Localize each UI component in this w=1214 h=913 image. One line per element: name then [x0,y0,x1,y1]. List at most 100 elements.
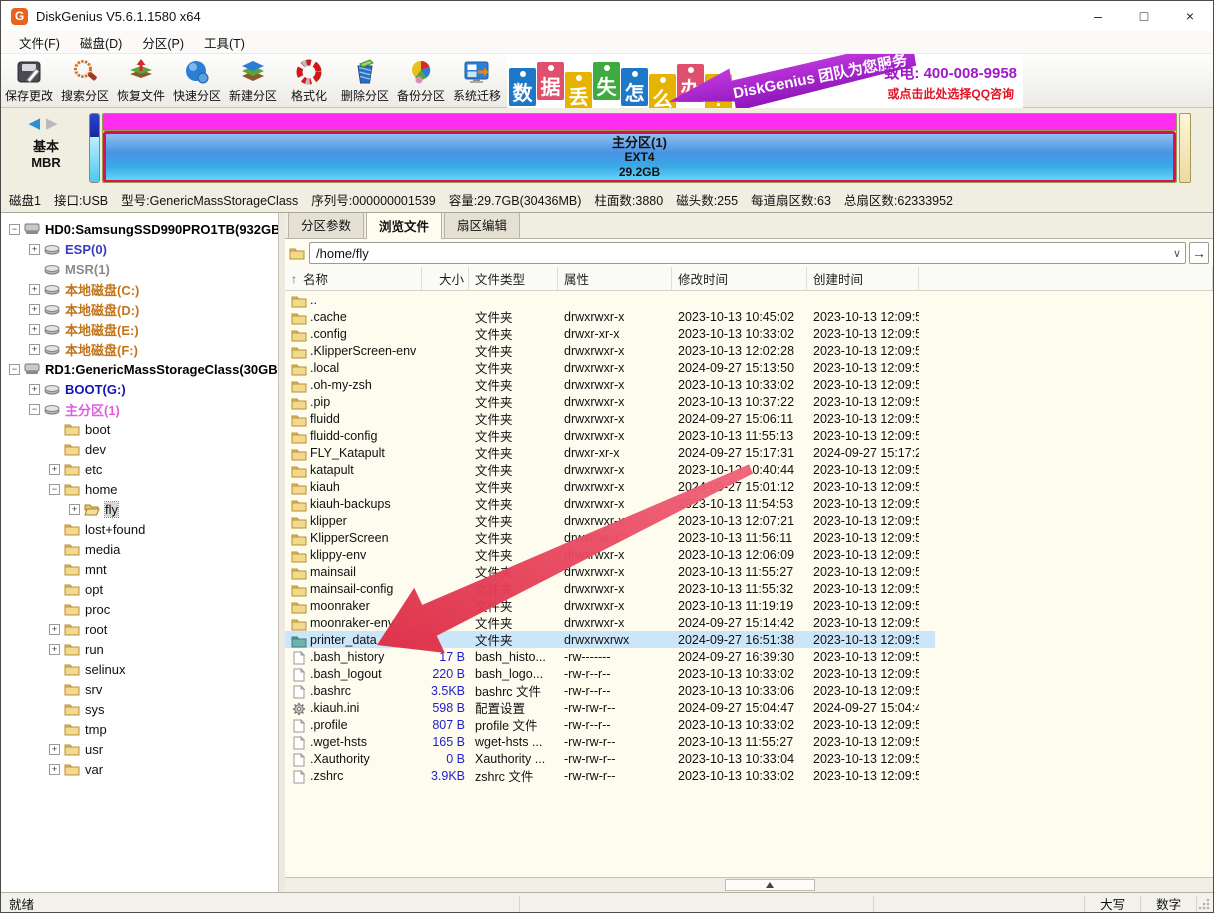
overview-scrollbar[interactable] [1179,113,1191,183]
tree-item[interactable]: opt [1,579,278,599]
ad-banner[interactable]: 数据丢失怎么办! DiskGenius 团队为您服务 致电: 400-008-9… [507,54,1023,108]
file-row[interactable]: .KlipperScreen-env文件夹drwxrwxr-x2023-10-1… [285,342,1213,359]
toolbar-button-search-partition[interactable]: 搜索分区 [57,55,113,107]
column-header-cre[interactable]: 创建时间 [807,267,919,290]
resize-grip[interactable] [1197,897,1211,911]
column-header-type[interactable]: 文件类型 [469,267,558,290]
file-row[interactable]: .config文件夹drwxr-xr-x2023-10-13 10:33:022… [285,325,1213,342]
file-row[interactable]: .profile807 Bprofile 文件-rw-r--r--2023-10… [285,716,1213,733]
tree-item[interactable]: +usr [1,739,278,759]
tree-item[interactable]: selinux [1,659,278,679]
expand-icon[interactable]: + [49,744,60,755]
expand-icon[interactable]: + [49,644,60,655]
tree-item[interactable]: +本地磁盘(F:) [1,339,278,359]
file-row[interactable]: moonraker-env文件夹drwxrwxr-x2024-09-27 15:… [285,614,1213,631]
tree-item[interactable]: −主分区(1) [1,399,278,419]
nav-back-icon[interactable]: ◀ [28,115,46,132]
menu-item[interactable]: 分区(P) [132,30,194,55]
file-row[interactable]: .wget-hsts165 Bwget-hsts ...-rw-rw-r--20… [285,733,1213,750]
expand-icon[interactable]: + [29,344,40,355]
file-row[interactable]: .bash_logout220 Bbash_logo...-rw-r--r--2… [285,665,1213,682]
tab-browse-files[interactable]: 浏览文件 [366,213,442,239]
tree-item[interactable]: lost+found [1,519,278,539]
expand-icon[interactable]: + [69,504,80,515]
file-row[interactable]: .bash_history17 Bbash_histo...-rw-------… [285,648,1213,665]
tab-partition-params[interactable]: 分区参数 [288,213,364,238]
horizontal-scrollbar[interactable] [285,877,1213,892]
column-header-size[interactable]: 大小 [422,267,469,290]
toolbar-button-new-partition[interactable]: 新建分区 [225,55,281,107]
file-row[interactable]: .bashrc3.5KBbashrc 文件-rw-r--r--2023-10-1… [285,682,1213,699]
toolbar-button-quick-partition[interactable]: 快速分区 [169,55,225,107]
tree-item[interactable]: mnt [1,559,278,579]
path-input[interactable]: /home/fly ∨ [309,242,1186,264]
file-row[interactable]: .pip文件夹drwxrwxr-x2023-10-13 10:37:222023… [285,393,1213,410]
collapse-icon[interactable]: − [9,224,20,235]
file-row[interactable]: .Xauthority0 BXauthority ...-rw-rw-r--20… [285,750,1213,767]
toolbar-button-save-disk[interactable]: 保存更改 [1,55,57,107]
file-row[interactable]: printer_data文件夹drwxrwxrwx2024-09-27 16:5… [285,631,1213,648]
maximize-button[interactable]: □ [1121,1,1167,31]
file-row[interactable]: .oh-my-zsh文件夹drwxrwxr-x2023-10-13 10:33:… [285,376,1213,393]
tree-item[interactable]: +etc [1,459,278,479]
expand-icon[interactable]: + [29,284,40,295]
file-row[interactable]: .local文件夹drwxrwxr-x2024-09-27 15:13:5020… [285,359,1213,376]
ad-qq-link[interactable]: 或点击此处选择QQ咨询 [884,85,1017,102]
column-header-mod[interactable]: 修改时间 [672,267,807,290]
tree-item[interactable]: dev [1,439,278,459]
file-row[interactable]: katapult文件夹drwxrwxr-x2023-10-13 10:40:44… [285,461,1213,478]
file-row[interactable]: .zshrc3.9KBzshrc 文件-rw-rw-r--2023-10-13 … [285,767,1213,784]
toolbar-button-format[interactable]: 格式化 [281,55,337,107]
go-button[interactable]: → [1189,242,1209,264]
tree-item[interactable]: +本地磁盘(E:) [1,319,278,339]
file-row[interactable]: kiauh文件夹drwxrwxr-x2024-09-27 15:01:12202… [285,478,1213,495]
tree-item[interactable]: +root [1,619,278,639]
expand-icon[interactable]: + [29,384,40,395]
column-header-name[interactable]: ↑名称 [285,267,422,290]
file-row[interactable]: klipper文件夹drwxrwxr-x2023-10-13 12:07:212… [285,512,1213,529]
chevron-down-icon[interactable]: ∨ [1173,247,1181,260]
tab-sector-edit[interactable]: 扇区编辑 [444,213,520,238]
menu-item[interactable]: 文件(F) [9,30,70,55]
file-row[interactable]: fluidd文件夹drwxrwxr-x2024-09-27 15:06:1120… [285,410,1213,427]
tree-item[interactable]: sys [1,699,278,719]
toolbar-button-delete-partition[interactable]: 删除分区 [337,55,393,107]
file-row[interactable]: mainsail-config文件夹drwxrwxr-x2023-10-13 1… [285,580,1213,597]
collapse-icon[interactable]: − [49,484,60,495]
toolbar-button-recover-files[interactable]: 恢复文件 [113,55,169,107]
expand-icon[interactable]: + [49,624,60,635]
tree-item[interactable]: boot [1,419,278,439]
column-header-attr[interactable]: 属性 [558,267,672,290]
file-row[interactable]: .kiauh.ini598 B配置设置-rw-rw-r--2024-09-27 … [285,699,1213,716]
expand-icon[interactable]: + [49,764,60,775]
expand-icon[interactable]: + [29,304,40,315]
tree-item[interactable]: +var [1,759,278,779]
menu-item[interactable]: 工具(T) [194,30,255,55]
file-row[interactable]: fluidd-config文件夹drwxrwxr-x2023-10-13 11:… [285,427,1213,444]
tree-item[interactable]: +BOOT(G:) [1,379,278,399]
tree-item[interactable]: −HD0:SamsungSSD990PRO1TB(932GB) [1,219,278,239]
nav-forward-icon[interactable]: ▶ [46,115,64,132]
collapse-icon[interactable]: − [29,404,40,415]
file-row[interactable]: kiauh-backups文件夹drwxrwxr-x2023-10-13 11:… [285,495,1213,512]
file-row[interactable]: .cache文件夹drwxrwxr-x2023-10-13 10:45:0220… [285,308,1213,325]
tree-item[interactable]: proc [1,599,278,619]
file-row[interactable]: .. [285,291,1213,308]
collapse-icon[interactable]: − [9,364,20,375]
tree-item[interactable]: +fly [1,499,278,519]
file-row[interactable]: KlipperScreen文件夹drwxr-xr-x2023-10-13 11:… [285,529,1213,546]
tree-item[interactable]: srv [1,679,278,699]
toolbar-button-system-migrate[interactable]: 系统迁移 [449,55,505,107]
file-row[interactable]: klippy-env文件夹drwxrwxr-x2023-10-13 12:06:… [285,546,1213,563]
tree-item[interactable]: −RD1:GenericMassStorageClass(30GB) [1,359,278,379]
tree-item[interactable]: media [1,539,278,559]
partition-block[interactable]: 主分区(1) EXT4 29.2GB [103,131,1176,183]
scrollbar-thumb[interactable] [725,879,815,891]
tree-item[interactable]: +本地磁盘(D:) [1,299,278,319]
file-row[interactable]: moonraker文件夹drwxrwxr-x2023-10-13 11:19:1… [285,597,1213,614]
toolbar-button-backup-partition[interactable]: 备份分区 [393,55,449,107]
menu-item[interactable]: 磁盘(D) [70,30,132,55]
minimize-button[interactable]: – [1075,1,1121,31]
expand-icon[interactable]: + [29,324,40,335]
tree-item[interactable]: +本地磁盘(C:) [1,279,278,299]
